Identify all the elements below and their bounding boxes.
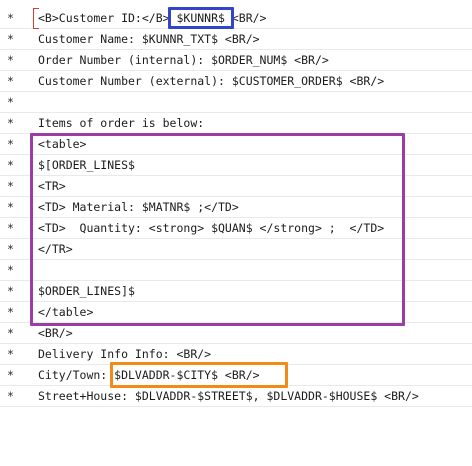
editor-line-19[interactable]: * Street+House: $DLVADDR-$STREET$, $DLVA… bbox=[0, 386, 472, 407]
line-marker: * bbox=[7, 95, 14, 109]
line-marker: * bbox=[7, 284, 14, 298]
editor-line-3[interactable]: * Order Number (internal): $ORDER_NUM$ <… bbox=[0, 50, 472, 71]
editor-line-4[interactable]: * Customer Number (external): $CUSTOMER_… bbox=[0, 71, 472, 92]
line-marker: * bbox=[7, 53, 14, 67]
line-marker: * bbox=[7, 263, 14, 277]
line-marker: * bbox=[7, 74, 14, 88]
line-text[interactable]: Order Number (internal): $ORDER_NUM$ <BR… bbox=[38, 50, 329, 70]
line-marker: * bbox=[7, 32, 14, 46]
line-marker: * bbox=[7, 116, 14, 130]
line-marker: * bbox=[7, 326, 14, 340]
line-text[interactable]: Customer Name: $KUNNR_TXT$ <BR/> bbox=[38, 29, 260, 49]
editor-line-1[interactable]: * <B>Customer ID:</B> $KUNNR$ <BR/> bbox=[0, 8, 472, 29]
line-marker: * bbox=[7, 242, 14, 256]
line-marker: * bbox=[7, 368, 14, 382]
line-text[interactable]: Delivery Info Info: <BR/> bbox=[38, 344, 211, 364]
line-text[interactable]: Items of order is below: bbox=[38, 113, 204, 133]
line-marker: * bbox=[7, 221, 14, 235]
line-marker: * bbox=[7, 200, 14, 214]
editor-line-16[interactable]: * <BR/> bbox=[0, 323, 472, 344]
line-marker: * bbox=[7, 389, 14, 403]
purple-highlight-box bbox=[30, 133, 405, 326]
editor-line-5[interactable]: * bbox=[0, 92, 472, 113]
editor-line-6[interactable]: * Items of order is below: bbox=[0, 113, 472, 134]
line-marker: * bbox=[7, 305, 14, 319]
line-marker: * bbox=[7, 137, 14, 151]
text-cursor bbox=[33, 8, 39, 29]
line-marker: * bbox=[7, 158, 14, 172]
text-editor[interactable]: * <B>Customer ID:</B> $KUNNR$ <BR/> * Cu… bbox=[0, 0, 472, 417]
line-marker: * bbox=[7, 11, 14, 25]
line-text[interactable]: Street+House: $DLVADDR-$STREET$, $DLVADD… bbox=[38, 386, 419, 406]
editor-line-2[interactable]: * Customer Name: $KUNNR_TXT$ <BR/> bbox=[0, 29, 472, 50]
blue-highlight-box bbox=[168, 7, 234, 29]
line-marker: * bbox=[7, 179, 14, 193]
line-marker: * bbox=[7, 347, 14, 361]
line-text[interactable]: Customer Number (external): $CUSTOMER_OR… bbox=[38, 71, 384, 91]
line-text[interactable]: <BR/> bbox=[38, 323, 73, 343]
orange-highlight-box bbox=[110, 362, 288, 388]
